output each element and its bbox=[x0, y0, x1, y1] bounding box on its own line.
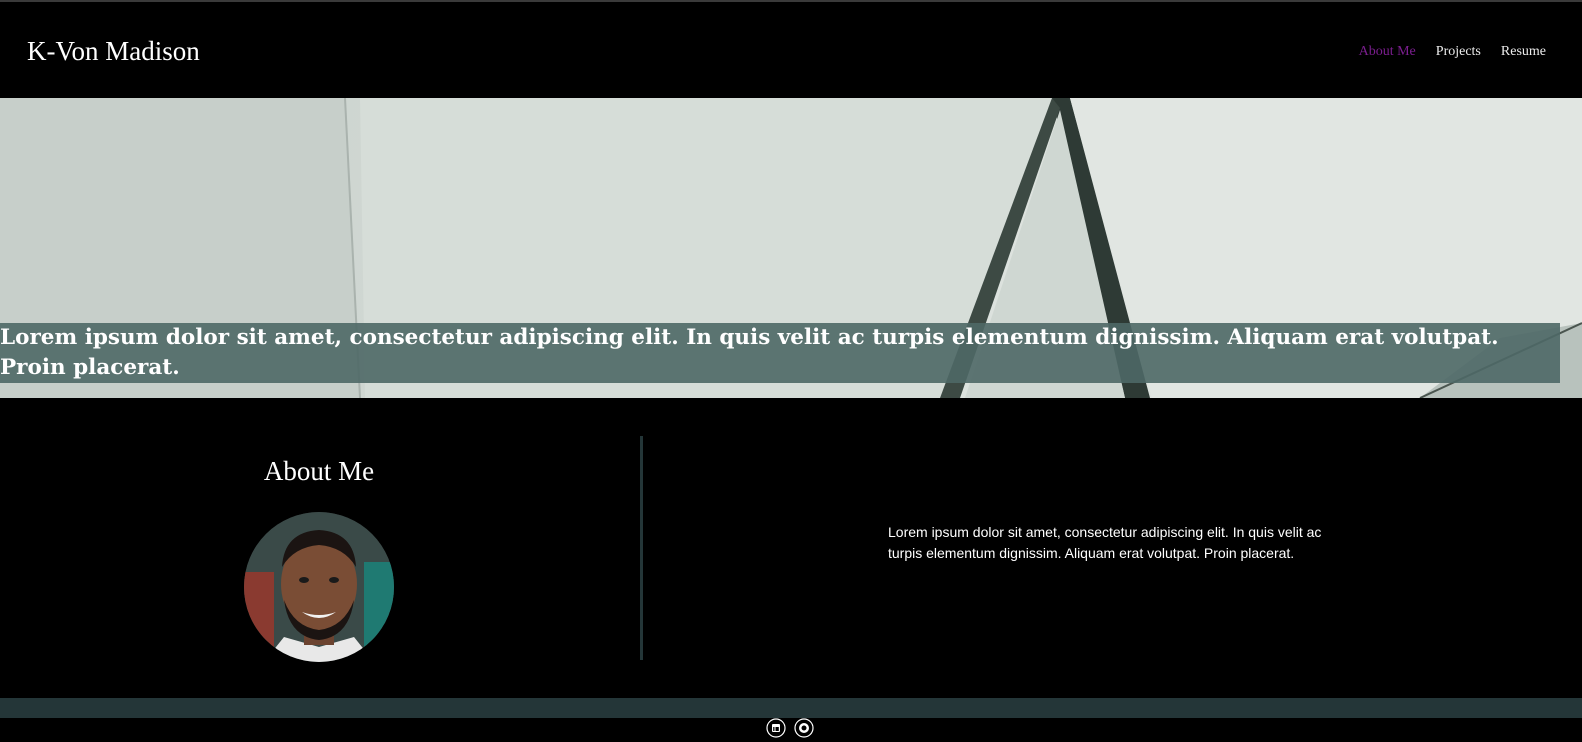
nav-resume[interactable]: Resume bbox=[1501, 42, 1546, 62]
about-heading: About Me bbox=[263, 456, 375, 486]
main-nav: About Me Projects Resume bbox=[1359, 42, 1546, 62]
hero-headline: Lorem ipsum dolor sit amet, consectetur … bbox=[0, 325, 1499, 380]
hero-section: Lorem ipsum dolor sit amet, consectetur … bbox=[0, 98, 1582, 398]
nav-projects[interactable]: Projects bbox=[1436, 42, 1481, 62]
avatar bbox=[244, 512, 394, 662]
github-icon[interactable] bbox=[794, 718, 814, 738]
section-divider bbox=[640, 436, 643, 660]
profile-photo bbox=[244, 512, 394, 662]
social-links bbox=[766, 718, 814, 738]
about-section: About Me Lorem ipsum dolor sit amet, con… bbox=[0, 398, 1582, 698]
linkedin-icon[interactable] bbox=[766, 718, 786, 738]
site-title[interactable]: K-Von Madison bbox=[27, 33, 200, 69]
footer-bar bbox=[0, 698, 1582, 718]
about-description: Lorem ipsum dolor sit amet, consectetur … bbox=[888, 524, 1322, 561]
nav-about-me[interactable]: About Me bbox=[1359, 42, 1416, 62]
site-header: K-Von Madison About Me Projects Resume bbox=[0, 0, 1582, 98]
site-footer bbox=[0, 698, 1582, 738]
